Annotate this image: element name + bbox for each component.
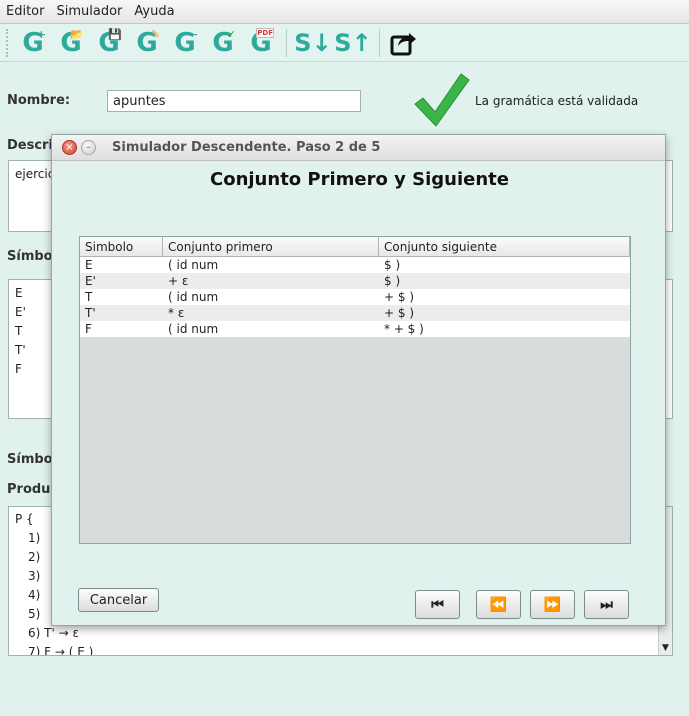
cancel-button[interactable]: Cancelar: [78, 588, 159, 612]
cell-primero: * ε: [168, 306, 185, 320]
column-header-primero[interactable]: Conjunto primero: [163, 237, 379, 256]
menu-ayuda[interactable]: Ayuda: [134, 4, 174, 19]
check-badge: ✓: [226, 27, 236, 41]
minimize-icon[interactable]: –: [81, 140, 96, 155]
simbolos-noterminales-label: Símbol: [7, 249, 58, 264]
share-icon: [390, 32, 416, 55]
menubar: Editor Simulador Ayuda: [0, 0, 689, 24]
table-row[interactable]: E' + ε $ ): [80, 273, 630, 289]
close-icon[interactable]: ×: [62, 140, 77, 155]
toolbar-grip[interactable]: [6, 28, 10, 57]
validated-status-text: La gramática está validada: [475, 94, 639, 108]
pdf-grammar-button[interactable]: G PDF: [242, 26, 280, 60]
new-grammar-button[interactable]: G +: [14, 26, 52, 60]
pdf-badge: PDF: [256, 27, 274, 38]
open-grammar-button[interactable]: G 📂: [52, 26, 90, 60]
fast-forward-icon: ⏩: [543, 596, 562, 613]
toolbar-separator-2: [379, 28, 380, 57]
table-row[interactable]: E ( id num $ ): [80, 257, 630, 273]
toolbar: G + G 📂 G 💾 G ✎ G − G ✓ G PDF S↓ S↑: [0, 24, 689, 62]
cell-simbolo: E: [85, 258, 93, 272]
folder-badge: 📂: [70, 27, 84, 41]
column-header-simbolo[interactable]: Simbolo: [80, 237, 163, 256]
descendente-sim-button[interactable]: S↓: [293, 26, 333, 60]
dialog-titlebar[interactable]: × – Simulador Descendente. Paso 2 de 5: [52, 135, 665, 161]
cell-simbolo: F: [85, 322, 92, 336]
validated-check-icon: [414, 73, 470, 127]
simulador-dialog: × – Simulador Descendente. Paso 2 de 5 C…: [51, 134, 666, 626]
cell-simbolo: E': [85, 274, 96, 288]
cell-siguiente: $ ): [384, 258, 401, 272]
minus-badge: −: [188, 27, 198, 41]
first-follow-table: Simbolo Conjunto primero Conjunto siguie…: [79, 236, 631, 544]
list-item: 6) T' → ε: [28, 626, 79, 640]
cell-siguiente: + $ ): [384, 306, 414, 320]
last-step-button[interactable]: ⏭: [584, 590, 629, 619]
menu-simulador[interactable]: Simulador: [56, 4, 122, 19]
cell-primero: ( id num: [168, 290, 219, 304]
cell-primero: ( id num: [168, 258, 219, 272]
rewind-icon: ⏪: [489, 596, 508, 613]
plus-badge: +: [36, 27, 46, 41]
section-heading: Conjunto Primero y Siguiente: [210, 169, 509, 190]
cell-primero: ( id num: [168, 322, 219, 336]
cell-primero: + ε: [168, 274, 189, 288]
menu-editor[interactable]: Editor: [6, 4, 44, 19]
save-grammar-button[interactable]: G 💾: [90, 26, 128, 60]
column-header-siguiente[interactable]: Conjunto siguiente: [379, 237, 630, 256]
cell-simbolo: T: [85, 290, 93, 304]
table-header: Simbolo Conjunto primero Conjunto siguie…: [80, 237, 630, 257]
cell-siguiente: $ ): [384, 274, 401, 288]
next-step-button[interactable]: ⏩: [530, 590, 575, 619]
table-row[interactable]: T' * ε + $ ): [80, 305, 630, 321]
first-step-button[interactable]: ⏮: [415, 590, 460, 619]
cell-siguiente: * + $ ): [384, 322, 424, 336]
table-row[interactable]: T ( id num + $ ): [80, 289, 630, 305]
ascendente-sim-button[interactable]: S↑: [333, 26, 373, 60]
toolbar-separator: [286, 28, 287, 57]
skip-to-start-icon: ⏮: [431, 596, 444, 613]
previous-step-button[interactable]: ⏪: [476, 590, 521, 619]
remove-grammar-button[interactable]: G −: [166, 26, 204, 60]
nombre-label: Nombre:: [7, 93, 71, 108]
list-item: 7) F → ( E ): [28, 645, 94, 656]
table-body: E ( id num $ ) E' + ε $ ) T ( id num + $…: [80, 257, 630, 337]
nombre-field[interactable]: apuntes: [107, 90, 361, 112]
dialog-title: Simulador Descendente. Paso 2 de 5: [112, 140, 381, 155]
skip-to-end-icon: ⏭: [600, 596, 613, 613]
cell-simbolo: T': [85, 306, 96, 320]
pencil-badge: ✎: [150, 27, 160, 41]
simbolos-terminales-label: Símbol: [7, 452, 58, 467]
cell-siguiente: + $ ): [384, 290, 414, 304]
scroll-down-arrow-icon[interactable]: ▼: [659, 641, 672, 655]
edit-grammar-button[interactable]: G ✎: [128, 26, 166, 60]
descripcion-label: Descri: [7, 138, 53, 153]
validate-grammar-button[interactable]: G ✓: [204, 26, 242, 60]
table-row[interactable]: F ( id num * + $ ): [80, 321, 630, 337]
disk-badge: 💾: [108, 27, 122, 41]
export-button[interactable]: [386, 26, 420, 60]
